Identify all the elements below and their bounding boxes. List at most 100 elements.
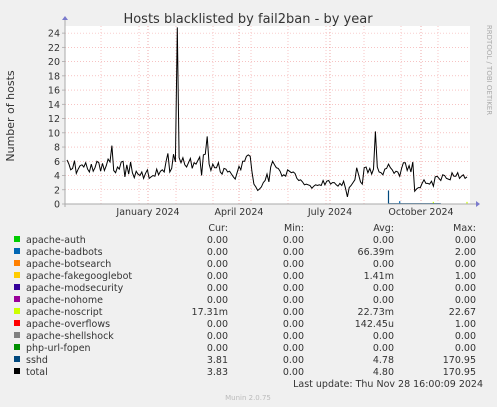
legend-swatch <box>14 356 20 362</box>
x-tick-label: January 2024 <box>115 207 179 218</box>
legend-cur: 0.00 <box>207 247 228 258</box>
legend-avg: 0.00 <box>373 235 394 246</box>
legend-cur: 0.00 <box>207 235 228 246</box>
legend-min: 0.00 <box>283 331 304 342</box>
y-tick-label: 14 <box>48 100 60 111</box>
legend-name: apache-overflows <box>26 319 110 330</box>
legend-name: apache-nohome <box>26 295 103 306</box>
legend-header-max: Max: <box>453 223 476 234</box>
y-tick-label: 16 <box>48 86 60 97</box>
legend-name: sshd <box>26 355 48 366</box>
legend-avg: 4.78 <box>373 355 394 366</box>
legend-max: 170.95 <box>443 355 476 366</box>
legend-swatch <box>14 284 20 290</box>
legend-cur: 0.00 <box>207 295 228 306</box>
legend-max: 0.00 <box>455 331 476 342</box>
legend-cur: 3.83 <box>207 367 228 378</box>
legend-swatch <box>14 332 20 338</box>
legend-swatch <box>14 248 20 254</box>
legend-swatch <box>14 320 20 326</box>
side-label: RRDTOOL / TOBI OETIKER <box>485 25 493 115</box>
legend-avg: 142.45u <box>355 319 394 330</box>
legend-min: 0.00 <box>283 235 304 246</box>
y-axis-label: Number of hosts <box>4 70 17 162</box>
legend-max: 22.67 <box>449 307 476 318</box>
y-tick-label: 2 <box>54 185 60 196</box>
legend-swatch <box>14 308 20 314</box>
x-tick-label: July 2024 <box>307 207 352 218</box>
legend-swatch <box>14 296 20 302</box>
y-tick-label: 22 <box>48 43 60 54</box>
legend-name: apache-badbots <box>26 247 103 258</box>
legend-name: apache-noscript <box>26 307 103 318</box>
legend-avg: 0.00 <box>373 259 394 270</box>
y-tick-label: 6 <box>54 157 60 168</box>
legend-min: 0.00 <box>283 247 304 258</box>
legend-cur: 0.00 <box>207 319 228 330</box>
x-tick-label: October 2024 <box>388 207 453 218</box>
chart-svg: 024681012141618202224January 2024 April 2… <box>0 0 497 407</box>
legend-name: apache-modsecurity <box>26 283 124 294</box>
legend-avg: 0.00 <box>373 295 394 306</box>
legend-avg: 66.39m <box>358 247 394 258</box>
legend-cur: 17.31m <box>192 307 228 318</box>
legend-min: 0.00 <box>283 259 304 270</box>
legend-name: apache-auth <box>26 235 86 246</box>
legend-min: 0.00 <box>283 271 304 282</box>
chart-title: Hosts blacklisted by fail2ban - by year <box>123 12 373 27</box>
legend-header-avg: Avg: <box>373 223 394 234</box>
y-tick-label: 18 <box>48 71 60 82</box>
legend-min: 0.00 <box>283 319 304 330</box>
munin-version: Munin 2.0.75 <box>225 394 271 402</box>
legend-avg: 0.00 <box>373 343 394 354</box>
y-tick-label: 8 <box>54 143 60 154</box>
legend-name: total <box>26 367 48 378</box>
legend-name: apache-botsearch <box>26 259 111 270</box>
legend-max: 2.00 <box>455 247 476 258</box>
legend-max: 0.00 <box>455 343 476 354</box>
legend-cur: 0.00 <box>207 343 228 354</box>
legend-name: apache-shellshock <box>26 331 114 342</box>
y-tick-label: 10 <box>48 128 60 139</box>
legend-header-min: Min: <box>284 223 304 234</box>
y-tick-label: 24 <box>48 29 60 40</box>
legend-cur: 0.00 <box>207 283 228 294</box>
legend-swatch <box>14 260 20 266</box>
legend-swatch <box>14 236 20 242</box>
legend-max: 1.00 <box>455 271 476 282</box>
legend-avg: 4.80 <box>373 367 394 378</box>
legend-max: 0.00 <box>455 283 476 294</box>
legend-cur: 0.00 <box>207 259 228 270</box>
legend-avg: 0.00 <box>373 283 394 294</box>
legend-header-cur: Cur: <box>208 223 228 234</box>
legend-cur: 3.81 <box>207 355 228 366</box>
legend-min: 0.00 <box>283 367 304 378</box>
x-tick-label: April 2024 <box>215 207 264 218</box>
legend-max: 1.00 <box>455 319 476 330</box>
chart-container: 0 2 4 6 8 10 12 14 16 18 20 22 24 January 2024 April 2… <box>0 0 497 407</box>
legend-min: 0.00 <box>283 343 304 354</box>
legend-avg: 22.73m <box>358 307 394 318</box>
legend-cur: 0.00 <box>207 271 228 282</box>
y-tick-label: 0 <box>54 200 60 211</box>
y-tick-label: 12 <box>48 114 60 125</box>
legend-min: 0.00 <box>283 295 304 306</box>
legend-name: apache-fakegooglebot <box>26 271 132 282</box>
legend-cur: 0.00 <box>207 331 228 342</box>
legend-max: 0.00 <box>455 259 476 270</box>
legend-avg: 1.41m <box>364 271 394 282</box>
legend-max: 170.95 <box>443 367 476 378</box>
legend-min: 0.00 <box>283 307 304 318</box>
legend-swatch <box>14 272 20 278</box>
legend-swatch <box>14 344 20 350</box>
legend-max: 0.00 <box>455 235 476 246</box>
legend-min: 0.00 <box>283 355 304 366</box>
y-tick-label: 4 <box>54 171 60 182</box>
last-update: Last update: Thu Nov 28 16:00:09 2024 <box>293 379 483 390</box>
legend-name: php-url-fopen <box>26 343 91 354</box>
legend-swatch <box>14 368 20 374</box>
y-tick-label: 20 <box>48 57 60 68</box>
legend-max: 0.00 <box>455 295 476 306</box>
legend-min: 0.00 <box>283 283 304 294</box>
legend-avg: 0.00 <box>373 331 394 342</box>
